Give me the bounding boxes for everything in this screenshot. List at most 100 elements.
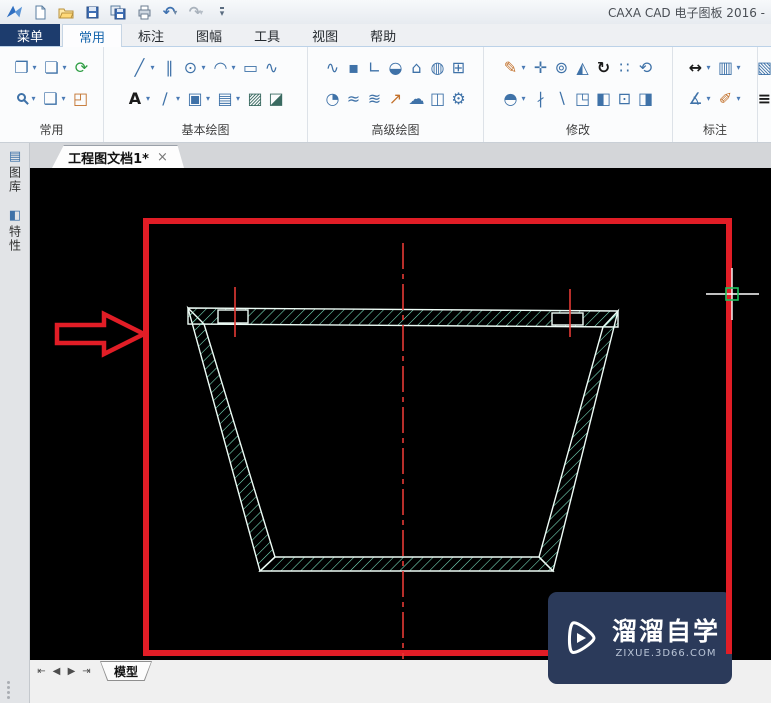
- table-icon[interactable]: ▤: [215, 89, 235, 109]
- tab-dimension[interactable]: 标注: [122, 24, 180, 46]
- fill-icon[interactable]: ◨: [636, 89, 656, 109]
- scale-icon[interactable]: ⟲: [636, 58, 656, 78]
- coordinate-dimension-icon[interactable]: ∡: [686, 89, 706, 109]
- annotation-caret-icon[interactable]: ▾: [737, 94, 745, 103]
- trim-icon[interactable]: ◳: [573, 89, 593, 109]
- cloud-line-icon[interactable]: ☁: [407, 89, 427, 109]
- sheet-tab-model[interactable]: 模型: [100, 661, 152, 681]
- mirror-icon[interactable]: ◭: [573, 58, 593, 78]
- new-file-icon[interactable]: [30, 3, 50, 22]
- insert-table-icon[interactable]: ⊞: [449, 58, 469, 78]
- sidebar-tab-properties[interactable]: ◧ 特性: [3, 208, 27, 253]
- hatch-icon[interactable]: ▨: [245, 89, 265, 109]
- table-caret-icon[interactable]: ▾: [236, 94, 244, 103]
- arc-caret-icon[interactable]: ▾: [232, 63, 240, 72]
- open-file-icon[interactable]: [56, 3, 76, 22]
- save-all-icon[interactable]: [108, 3, 128, 22]
- annotation-icon[interactable]: ✐: [716, 89, 736, 109]
- ribbon: ❐ ▾ ❏ ▾ ⟳ ▾ ❑ ▾ ◰ 常用 ╱ ▾ ∥ ⊙ ▾ ◠ ▾ ▭ ∿ A ▾ ∕ ▾ ▣…: [0, 47, 771, 143]
- text-caret-icon[interactable]: ▾: [146, 94, 154, 103]
- erase-caret-icon[interactable]: ▾: [522, 63, 530, 72]
- copy-caret-icon[interactable]: ▾: [63, 63, 71, 72]
- style-partial-icon[interactable]: ▧: [758, 58, 771, 78]
- block-caret-icon[interactable]: ▾: [206, 94, 214, 103]
- manage-partial-icon[interactable]: ≡: [758, 89, 771, 109]
- block-icon[interactable]: ▣: [185, 89, 205, 109]
- rotate-icon[interactable]: ↻: [594, 58, 614, 78]
- spline-icon[interactable]: ∿: [262, 58, 282, 78]
- stretch-caret-icon[interactable]: ▾: [522, 94, 530, 103]
- print-icon[interactable]: [134, 3, 154, 22]
- copy-entity-icon[interactable]: ⊚: [552, 58, 572, 78]
- dimension-icon[interactable]: ↔: [686, 58, 706, 78]
- tab-frame[interactable]: 图幅: [180, 24, 238, 46]
- first-sheet-icon[interactable]: ⇤: [34, 666, 49, 677]
- formula-curve-icon[interactable]: ∟: [365, 58, 385, 78]
- line-caret-icon[interactable]: ▾: [151, 63, 159, 72]
- parallel-line-icon[interactable]: ∥: [160, 58, 180, 78]
- extend-icon[interactable]: ∖: [552, 89, 572, 109]
- tolerance-icon[interactable]: ▥: [716, 58, 736, 78]
- clip-icon[interactable]: ⊡: [615, 89, 635, 109]
- arc-icon[interactable]: ◠: [211, 58, 231, 78]
- double-fold-line-icon[interactable]: ≋: [365, 89, 385, 109]
- pan-caret-icon[interactable]: ▾: [62, 94, 70, 103]
- circle-caret-icon[interactable]: ▾: [202, 63, 210, 72]
- tab-view[interactable]: 视图: [296, 24, 354, 46]
- shift-icon[interactable]: ◧: [594, 89, 614, 109]
- document-tab-strip: 工程图文档1* ×: [30, 143, 771, 168]
- bottom-band: [258, 556, 555, 572]
- tab-menu[interactable]: 菜单: [0, 24, 61, 46]
- break-icon[interactable]: ∤: [531, 89, 551, 109]
- line-icon[interactable]: ╱: [130, 58, 150, 78]
- redo-caret-icon: ▾: [199, 7, 204, 17]
- pan-icon[interactable]: ❑: [41, 89, 61, 109]
- gear-icon[interactable]: ⚙: [449, 89, 469, 109]
- paste-caret-icon[interactable]: ▾: [33, 63, 41, 72]
- curve-icon[interactable]: ∿: [323, 58, 343, 78]
- erase-icon[interactable]: ✎: [501, 58, 521, 78]
- ellipse-icon[interactable]: ◒: [386, 58, 406, 78]
- wave-line-icon[interactable]: ≈: [344, 89, 364, 109]
- tab-common[interactable]: 常用: [62, 24, 123, 47]
- array-icon[interactable]: ∷: [615, 58, 635, 78]
- customize-quick-access-button[interactable]: ▾: [212, 3, 232, 22]
- paste-icon[interactable]: ❐: [12, 58, 32, 78]
- move-icon[interactable]: ✛: [531, 58, 551, 78]
- close-icon[interactable]: ×: [157, 150, 168, 165]
- save-icon[interactable]: [82, 3, 102, 22]
- display-icon[interactable]: ◰: [71, 89, 91, 109]
- prev-sheet-icon[interactable]: ◀: [49, 666, 64, 677]
- document-tab[interactable]: 工程图文档1* ×: [52, 145, 184, 168]
- refresh-icon[interactable]: ⟳: [72, 58, 92, 78]
- circle-icon[interactable]: ⊙: [181, 58, 201, 78]
- next-sheet-icon[interactable]: ▶: [64, 666, 79, 677]
- drag-handle[interactable]: [7, 681, 10, 699]
- centerline-icon[interactable]: ∕: [155, 89, 175, 109]
- dimension-caret-icon[interactable]: ▾: [707, 63, 715, 72]
- hole-icon[interactable]: ◍: [428, 58, 448, 78]
- zoom-icon[interactable]: [16, 93, 26, 102]
- tab-help[interactable]: 帮助: [354, 24, 412, 46]
- zoom-caret-icon[interactable]: ▾: [32, 94, 40, 103]
- tolerance-caret-icon[interactable]: ▾: [737, 63, 745, 72]
- centerline-caret-icon[interactable]: ▾: [176, 94, 184, 103]
- stretch-icon[interactable]: ◓: [501, 89, 521, 109]
- text-icon[interactable]: A: [125, 89, 145, 109]
- drawing-canvas[interactable]: [30, 168, 771, 660]
- region-icon[interactable]: ◪: [266, 89, 286, 109]
- tab-tools[interactable]: 工具: [238, 24, 296, 46]
- polygon-icon[interactable]: ⌂: [407, 58, 427, 78]
- coordinate-caret-icon[interactable]: ▾: [707, 94, 715, 103]
- undo-button[interactable]: ↶ ▾: [160, 3, 180, 22]
- arrow-icon[interactable]: ↗: [386, 89, 406, 109]
- copy-icon[interactable]: ❏: [42, 58, 62, 78]
- rivet-icon[interactable]: ◫: [428, 89, 448, 109]
- point-icon[interactable]: ▪: [344, 58, 364, 78]
- undo-caret-icon[interactable]: ▾: [173, 8, 177, 17]
- redo-button[interactable]: ↷ ▾: [186, 3, 206, 22]
- partial-enlarge-icon[interactable]: ◔: [323, 89, 343, 109]
- rectangle-icon[interactable]: ▭: [241, 58, 261, 78]
- last-sheet-icon[interactable]: ⇥: [79, 666, 94, 677]
- sidebar-tab-library[interactable]: ▤ 图库: [3, 149, 27, 194]
